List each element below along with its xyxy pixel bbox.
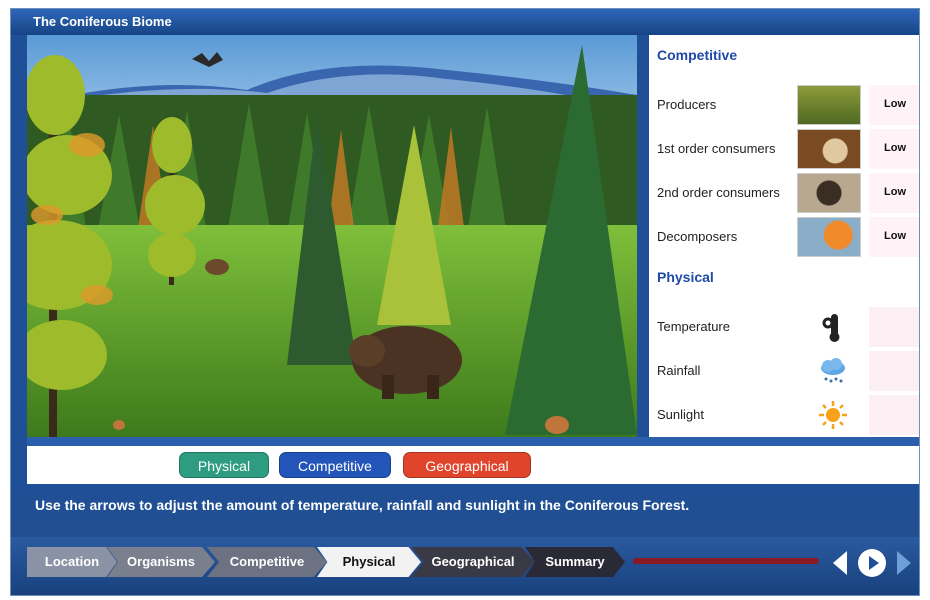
- breadcrumb-geographical[interactable]: Geographical: [411, 547, 535, 577]
- breadcrumb-competitive[interactable]: Competitive: [207, 547, 327, 577]
- thermometer-icon[interactable]: [817, 311, 849, 343]
- rain-cloud-icon[interactable]: [817, 355, 849, 387]
- level-slot: [869, 395, 919, 435]
- level-badge: Low: [869, 85, 919, 125]
- breadcrumb-physical[interactable]: Physical: [317, 547, 421, 577]
- breadcrumb-summary[interactable]: Summary: [525, 547, 625, 577]
- breadcrumb-organisms[interactable]: Organisms: [107, 547, 215, 577]
- factor-row-rainfall: Rainfall: [649, 351, 919, 391]
- rabbit-photo: [797, 129, 861, 169]
- level-badge: Low: [869, 173, 919, 213]
- progress-bar: [633, 558, 819, 564]
- physical-section-title: Physical: [657, 269, 714, 285]
- divider: [27, 437, 919, 446]
- factor-label: Temperature: [657, 319, 730, 334]
- tab-physical[interactable]: Physical: [179, 452, 269, 478]
- level-badge: Low: [869, 129, 919, 169]
- forward-arrow-icon[interactable]: [889, 548, 919, 578]
- breadcrumb-location[interactable]: Location: [27, 547, 117, 577]
- factor-label: Decomposers: [657, 229, 738, 244]
- sun-icon[interactable]: [817, 399, 849, 431]
- back-arrow-icon[interactable]: [825, 548, 855, 578]
- level-slot: [869, 351, 919, 391]
- instruction-text: Use the arrows to adjust the amount of t…: [11, 485, 919, 537]
- factor-label: 2nd order consumers: [657, 185, 780, 200]
- factor-row-2nd-order-consumers: 2nd order consumers Low: [649, 173, 919, 213]
- factor-tabs: Physical Competitive Geographical: [27, 446, 919, 484]
- factor-label: Producers: [657, 97, 717, 112]
- play-icon[interactable]: [857, 548, 887, 578]
- factor-label: Rainfall: [657, 363, 701, 378]
- navigation-bar: Location Organisms Competitive Physical …: [11, 537, 919, 595]
- factor-row-producers: Producers Low: [649, 85, 919, 125]
- level-slot: [869, 307, 919, 347]
- fungus-photo: [797, 217, 861, 257]
- tab-competitive[interactable]: Competitive: [279, 452, 391, 478]
- window-title: The Coniferous Biome: [11, 9, 919, 35]
- level-badge: Low: [869, 217, 919, 257]
- bird-photo: [797, 173, 861, 213]
- app-window: The Coniferous Biome Competitive Produce…: [10, 8, 920, 596]
- factor-row-temperature: Temperature: [649, 307, 919, 347]
- factor-row-sunlight: Sunlight: [649, 395, 919, 435]
- factor-row-1st-order-consumers: 1st order consumers Low: [649, 129, 919, 169]
- tab-geographical[interactable]: Geographical: [403, 452, 531, 478]
- competitive-section-title: Competitive: [657, 47, 738, 63]
- factor-label: Sunlight: [657, 407, 704, 422]
- factor-row-decomposers: Decomposers Low: [649, 217, 919, 257]
- forest-scene: [27, 35, 637, 437]
- factor-label: 1st order consumers: [657, 141, 776, 156]
- shrub-photo: [797, 85, 861, 125]
- forest-illustration: [27, 35, 637, 437]
- factors-panel: Competitive Producers Low 1st order cons…: [649, 35, 919, 437]
